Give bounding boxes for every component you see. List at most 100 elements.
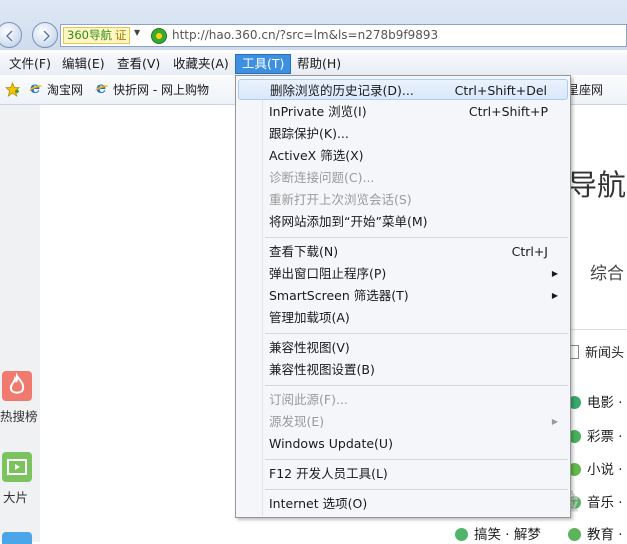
link-education[interactable]: 教育 · (568, 523, 623, 543)
tools-menu-dropdown: 删除浏览的历史记录(D)... Ctrl+Shift+Del InPrivate… (235, 75, 571, 518)
menu-item-label: 删除浏览的历史记录(D)... (270, 83, 414, 98)
menu-feed-discovery: 源发现(E) ▶ (238, 411, 568, 432)
menu-item-label: 诊断连接问题(C)... (269, 170, 375, 185)
link-label: 小说 · (587, 462, 623, 478)
menu-windows-update[interactable]: Windows Update(U) (238, 433, 568, 454)
link-label: 音乐 · (587, 495, 623, 511)
favorites-star-icon[interactable] (5, 82, 20, 97)
menu-item-label: ActiveX 筛选(X) (269, 148, 364, 163)
url-text[interactable]: http://hao.360.cn/?src=lm&ls=n278b9f9893 (172, 28, 438, 42)
menu-separator (265, 333, 568, 334)
security-shield-icon (151, 28, 167, 44)
menu-separator (265, 459, 568, 460)
address-bar[interactable]: 360导航证 ▼ http://hao.360.cn/?src=lm&ls=n2… (60, 24, 627, 47)
menu-item-label: F12 开发人员工具(L) (269, 466, 388, 481)
link-movie[interactable]: 电影 · (568, 391, 623, 411)
submenu-arrow-icon: ▶ (551, 417, 558, 426)
menu-reopen-session: 重新打开上次浏览会话(S) (238, 189, 568, 210)
news-label: 新闻头 (585, 346, 625, 361)
divider (566, 329, 627, 330)
category-tab[interactable]: 综合 (590, 259, 624, 284)
fire-icon[interactable] (2, 371, 32, 401)
page-heading: 导航 (568, 168, 627, 202)
menu-item-label: Internet 选项(O) (269, 496, 368, 511)
menu-item-shortcut: Ctrl+J (511, 244, 548, 259)
menu-add-to-start[interactable]: 将网站添加到“开始”菜单(M) (238, 211, 568, 232)
menu-item-label: 管理加载项(A) (269, 310, 350, 325)
menu-view-downloads[interactable]: 查看下载(N) Ctrl+J (238, 241, 568, 262)
app-tile-icon[interactable] (2, 532, 32, 544)
menu-item-label: 跟踪保护(K)... (269, 126, 349, 141)
submenu-arrow-icon: ▶ (551, 269, 558, 278)
forward-arrow-icon (42, 29, 52, 43)
menu-smartscreen[interactable]: SmartScreen 筛选器(T) ▶ (238, 285, 568, 306)
menu-diagnose-connection: 诊断连接问题(C)... (238, 167, 568, 188)
menu-item-label: 将网站添加到“开始”菜单(M) (269, 214, 428, 229)
menu-tools[interactable]: 工具(T) (235, 54, 292, 74)
menu-file[interactable]: 文件(F) (3, 55, 57, 73)
back-button[interactable] (0, 22, 22, 48)
hot-search-label[interactable]: 热搜榜 (0, 406, 38, 425)
submenu-arrow-icon: ▶ (551, 291, 558, 300)
link-lottery[interactable]: 彩票 · (568, 425, 623, 445)
menu-item-label: 订阅此源(F)... (269, 392, 348, 407)
menu-item-label: 查看下载(N) (269, 244, 339, 259)
favorite-label: 淘宝网 (47, 83, 84, 97)
film-icon[interactable] (2, 452, 32, 482)
site-identity-badge[interactable]: 360导航证 (63, 27, 131, 44)
link-label: 电影 · (587, 395, 623, 411)
link-label: 教育 · (587, 527, 623, 543)
menu-f12-devtools[interactable]: F12 开发人员工具(L) (238, 463, 568, 484)
menu-item-label: 兼容性视图设置(B) (269, 362, 375, 377)
menu-item-label: SmartScreen 筛选器(T) (269, 288, 409, 303)
education-icon (568, 528, 581, 541)
address-toolbar: 360导航证 ▼ http://hao.360.cn/?src=lm&ls=n2… (0, 0, 627, 50)
menu-item-label: 源发现(E) (269, 414, 325, 429)
menu-item-shortcut: Ctrl+Shift+P (468, 104, 548, 119)
menu-item-label: 弹出窗口阻止程序(P) (269, 266, 387, 281)
menu-item-label: Windows Update(U) (269, 436, 393, 451)
link-funny[interactable]: 搞笑 · 解梦 (455, 523, 541, 543)
menu-internet-options[interactable]: Internet 选项(O) (238, 493, 568, 514)
menu-help[interactable]: 帮助(H) (291, 55, 347, 73)
favorite-label: 快折网 - 网上购物 (113, 83, 209, 97)
menu-tracking-protection[interactable]: 跟踪保护(K)... (238, 123, 568, 144)
favorite-link-xingzuo[interactable]: 星座网 (567, 82, 603, 99)
movie-label[interactable]: 大片 (3, 487, 28, 506)
menu-separator (265, 237, 568, 238)
menu-view[interactable]: 查看(V) (111, 55, 166, 73)
menu-separator (265, 385, 568, 386)
certificate-badge: 证 (114, 28, 127, 42)
menu-inprivate[interactable]: InPrivate 浏览(I) Ctrl+Shift+P (238, 101, 568, 122)
film-frame-icon (7, 459, 27, 475)
news-heading[interactable]: 新闻头 (567, 342, 624, 361)
menu-compat-view[interactable]: 兼容性视图(V) (238, 337, 568, 358)
link-label: 彩票 · (587, 429, 623, 445)
menu-activex-filter[interactable]: ActiveX 筛选(X) (238, 145, 568, 166)
menu-popup-blocker[interactable]: 弹出窗口阻止程序(P) ▶ (238, 263, 568, 284)
favorite-label: 星座网 (567, 83, 604, 97)
chevron-down-icon[interactable]: ▼ (134, 28, 140, 37)
favorite-link-kuaizhe[interactable]: 快折网 - 网上购物 (95, 79, 209, 99)
ie-page-icon (95, 79, 109, 97)
site-name: 360导航 (67, 28, 112, 42)
menu-delete-history[interactable]: 删除浏览的历史记录(D)... Ctrl+Shift+Del (238, 79, 568, 100)
menu-subscribe-feed: 订阅此源(F)... (238, 389, 568, 410)
menu-item-label: InPrivate 浏览(I) (269, 104, 367, 119)
menu-bar: 文件(F) 编辑(E) 查看(V) 收藏夹(A) 工具(T) 帮助(H) (0, 53, 627, 75)
menu-favorites[interactable]: 收藏夹(A) (167, 55, 235, 73)
menu-item-shortcut: Ctrl+Shift+Del (454, 83, 547, 98)
menu-edit[interactable]: 编辑(E) (56, 55, 111, 73)
menu-item-label: 兼容性视图(V) (269, 340, 350, 355)
link-label: 搞笑 · 解梦 (474, 527, 541, 543)
forward-button[interactable] (32, 22, 58, 48)
link-novel[interactable]: 小说 · (568, 458, 623, 478)
menu-item-label: 重新打开上次浏览会话(S) (269, 192, 412, 207)
ie-page-icon (29, 79, 43, 97)
menu-separator (265, 489, 568, 490)
favorite-link-taobao[interactable]: 淘宝网 (29, 79, 84, 99)
menu-manage-addons[interactable]: 管理加载项(A) (238, 307, 568, 328)
menu-compat-view-settings[interactable]: 兼容性视图设置(B) (238, 359, 568, 380)
smile-icon (455, 528, 468, 541)
back-arrow-icon (4, 29, 14, 43)
